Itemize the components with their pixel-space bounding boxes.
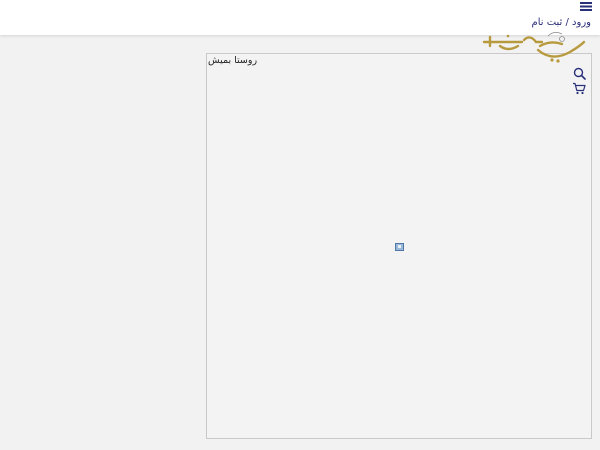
hamburger-menu-icon[interactable] (580, 1, 592, 12)
brand-logo[interactable] (482, 30, 586, 64)
frame-title: روستا بمیش (208, 55, 258, 66)
login-register-link[interactable]: ورود / ثبت نام (532, 17, 592, 28)
shopping-cart-icon[interactable] (572, 80, 586, 95)
embedded-content-frame: روستا بمیش (206, 53, 592, 439)
broken-image-icon (395, 243, 404, 251)
search-icon[interactable] (573, 65, 586, 80)
